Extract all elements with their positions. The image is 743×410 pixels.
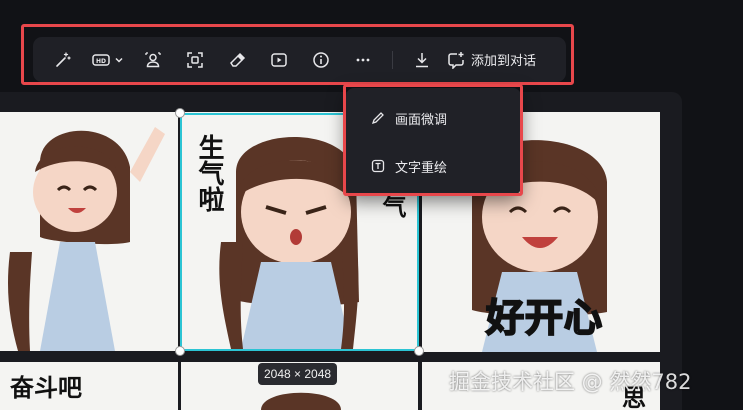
tile-3-caption: 好开心 bbox=[485, 295, 604, 341]
app-stage: 生气啦 生气啦 好开心 奋斗吧 思 bbox=[0, 0, 743, 410]
character-illustration-1 bbox=[7, 127, 165, 351]
resize-handle-bottom-right[interactable] bbox=[414, 346, 424, 356]
image-tile-1[interactable] bbox=[0, 112, 178, 351]
toolbar-highlight-box bbox=[21, 24, 574, 85]
image-size-badge: 2048 × 2048 bbox=[258, 363, 338, 385]
image-tile-4[interactable]: 奋斗吧 bbox=[0, 362, 178, 410]
watermark: 掘金技术社区 @ 然然782 bbox=[449, 370, 692, 394]
resize-handle-bottom-left[interactable] bbox=[175, 346, 185, 356]
menu-highlight-box bbox=[343, 84, 523, 196]
tile-4-caption: 奋斗吧 bbox=[10, 374, 82, 402]
resize-handle-top-left[interactable] bbox=[175, 108, 185, 118]
